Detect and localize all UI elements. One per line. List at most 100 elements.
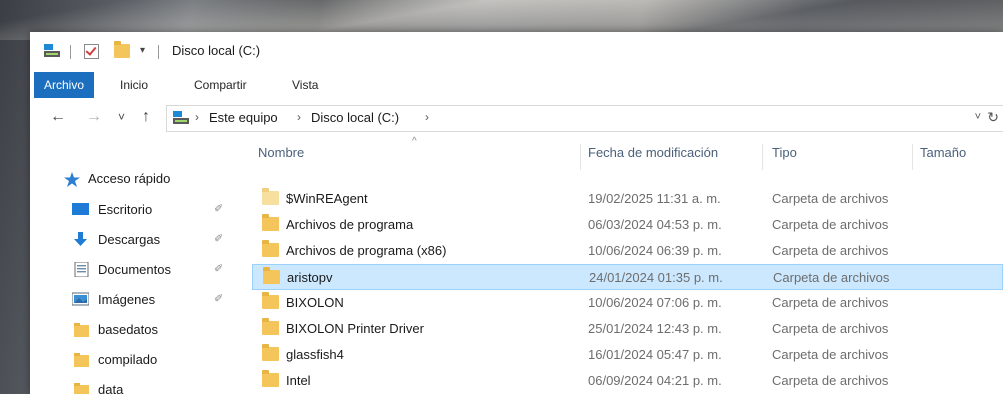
nav-item-descargas[interactable]: Descargas ✐ [30,227,236,253]
nav-item-basedatos[interactable]: basedatos [30,317,236,343]
file-row[interactable]: $WinREAgent 19/02/2025 11:31 a. m. Carpe… [252,186,1003,212]
this-pc-icon[interactable] [44,44,60,57]
file-row[interactable]: Archivos de programa 06/03/2024 04:53 p.… [252,212,1003,238]
folder-icon [263,267,280,284]
nav-item-label: compilado [98,352,158,367]
pin-icon[interactable]: ✐ [214,292,223,305]
breadcrumb-chevron-icon[interactable]: › [425,110,429,124]
folder-icon [262,292,279,309]
file-list: $WinREAgent 19/02/2025 11:31 a. m. Carpe… [252,186,1003,394]
breadcrumb-chevron-icon[interactable]: › [297,110,301,124]
navigation-bar: ← → ˅ ↑ › Este equipo › Disco local (C:)… [30,98,1003,138]
nav-item-label: Escritorio [98,202,153,217]
file-name: glassfish4 [286,347,344,362]
file-date: 06/09/2024 04:21 p. m. [588,373,722,388]
nav-item-documentos[interactable]: Documentos ✐ [30,257,236,283]
folder-icon [74,323,89,337]
nav-item-label: data [98,382,124,394]
tab-compartir[interactable]: Compartir [184,72,257,98]
file-row[interactable]: glassfish4 16/01/2024 05:47 p. m. Carpet… [252,342,1003,368]
file-row[interactable]: Archivos de programa (x86) 10/06/2024 06… [252,238,1003,264]
nav-item-label: Imágenes [98,292,156,307]
pictures-icon [72,292,89,306]
file-name: Archivos de programa [286,217,414,232]
folder-icon [262,188,279,205]
toolbar-separator [70,45,71,59]
title-bar: ▾ Disco local (C:) [30,32,1003,72]
properties-check-icon[interactable] [84,44,99,59]
file-date: 25/01/2024 12:43 p. m. [588,321,722,336]
file-name: $WinREAgent [286,191,368,206]
folder-icon [262,214,279,231]
file-type: Carpeta de archivos [772,217,889,232]
file-name: aristopv [287,270,333,285]
file-explorer-window: ▾ Disco local (C:) Archivo Inicio Compar… [30,32,1003,394]
nav-item-label: Descargas [98,232,161,247]
nav-item-compilado[interactable]: compilado [30,347,236,373]
folder-icon [262,240,279,257]
column-divider[interactable] [762,144,763,170]
pin-icon[interactable]: ✐ [214,232,223,245]
file-date: 16/01/2024 05:47 p. m. [588,347,722,362]
file-name: BIXOLON Printer Driver [286,321,424,336]
file-type: Carpeta de archivos [772,243,889,258]
folder-icon [74,383,89,394]
folder-icon [262,344,279,361]
new-folder-icon[interactable] [114,41,130,58]
file-name: Archivos de programa (x86) [286,243,447,258]
file-date: 06/03/2024 04:53 p. m. [588,217,722,232]
column-divider[interactable] [912,144,913,170]
download-icon [74,232,87,246]
customize-toolbar-dropdown-icon[interactable]: ▾ [140,45,145,56]
file-type: Carpeta de archivos [773,270,890,285]
forward-arrow-icon[interactable]: → [86,108,102,126]
refresh-icon[interactable]: ↻ [987,109,999,126]
pin-icon[interactable]: ✐ [214,262,223,275]
breadcrumb-disco-local[interactable]: Disco local (C:) [311,110,399,125]
recent-locations-chevron-icon[interactable]: ˅ [118,110,125,124]
tab-vista[interactable]: Vista [282,72,328,98]
this-pc-icon [173,111,189,124]
file-date: 10/06/2024 06:39 p. m. [588,243,722,258]
file-row[interactable]: BIXOLON Printer Driver 25/01/2024 12:43 … [252,316,1003,342]
navigation-pane: Acceso rápido Escritorio ✐ Descargas ✐ D… [30,138,236,394]
nav-item-escritorio[interactable]: Escritorio ✐ [30,197,236,223]
column-header-tamano[interactable]: Tamaño [920,138,966,168]
up-arrow-icon[interactable]: ↑ [142,108,150,126]
nav-item-acceso-rapido[interactable]: Acceso rápido [30,166,236,192]
column-header-tipo[interactable]: Tipo [772,138,797,168]
nav-item-label: Documentos [98,262,171,277]
nav-item-data[interactable]: data [30,377,236,394]
file-date: 24/01/2024 01:35 p. m. [589,270,723,285]
desktop-icon [72,203,89,215]
documents-icon [74,262,89,277]
sort-ascending-icon: ^ [412,136,417,147]
address-dropdown-icon[interactable]: ˅ [975,111,981,123]
file-row-selected[interactable]: aristopv 24/01/2024 01:35 p. m. Carpeta … [252,264,1003,290]
star-icon [64,172,80,187]
tab-inicio[interactable]: Inicio [110,72,158,98]
ribbon-tabs: Archivo Inicio Compartir Vista [30,72,1003,99]
breadcrumb-chevron-icon[interactable]: › [195,110,199,124]
file-date: 10/06/2024 07:06 p. m. [588,295,722,310]
window-title: Disco local (C:) [172,43,261,58]
pin-icon[interactable]: ✐ [214,202,223,215]
file-row[interactable]: Intel 06/09/2024 04:21 p. m. Carpeta de … [252,368,1003,394]
file-type: Carpeta de archivos [772,191,889,206]
file-row[interactable]: BIXOLON 10/06/2024 07:06 p. m. Carpeta d… [252,290,1003,316]
file-type: Carpeta de archivos [772,373,889,388]
back-arrow-icon[interactable]: ← [50,108,66,126]
folder-icon [262,370,279,387]
file-type: Carpeta de archivos [772,295,889,310]
file-date: 19/02/2025 11:31 a. m. [588,191,721,206]
nav-item-label: Acceso rápido [88,171,171,186]
column-divider[interactable] [580,144,581,170]
address-bar[interactable]: › Este equipo › Disco local (C:) › ˅ ↻ [166,105,1003,132]
column-header-fecha[interactable]: Fecha de modificación [588,138,718,168]
nav-item-imagenes[interactable]: Imágenes ✐ [30,287,236,313]
breadcrumb-este-equipo[interactable]: Este equipo [209,110,278,125]
toolbar-separator [158,45,159,59]
file-name: Intel [286,373,311,388]
column-header-nombre[interactable]: Nombre [258,138,304,168]
tab-archivo[interactable]: Archivo [34,72,95,98]
